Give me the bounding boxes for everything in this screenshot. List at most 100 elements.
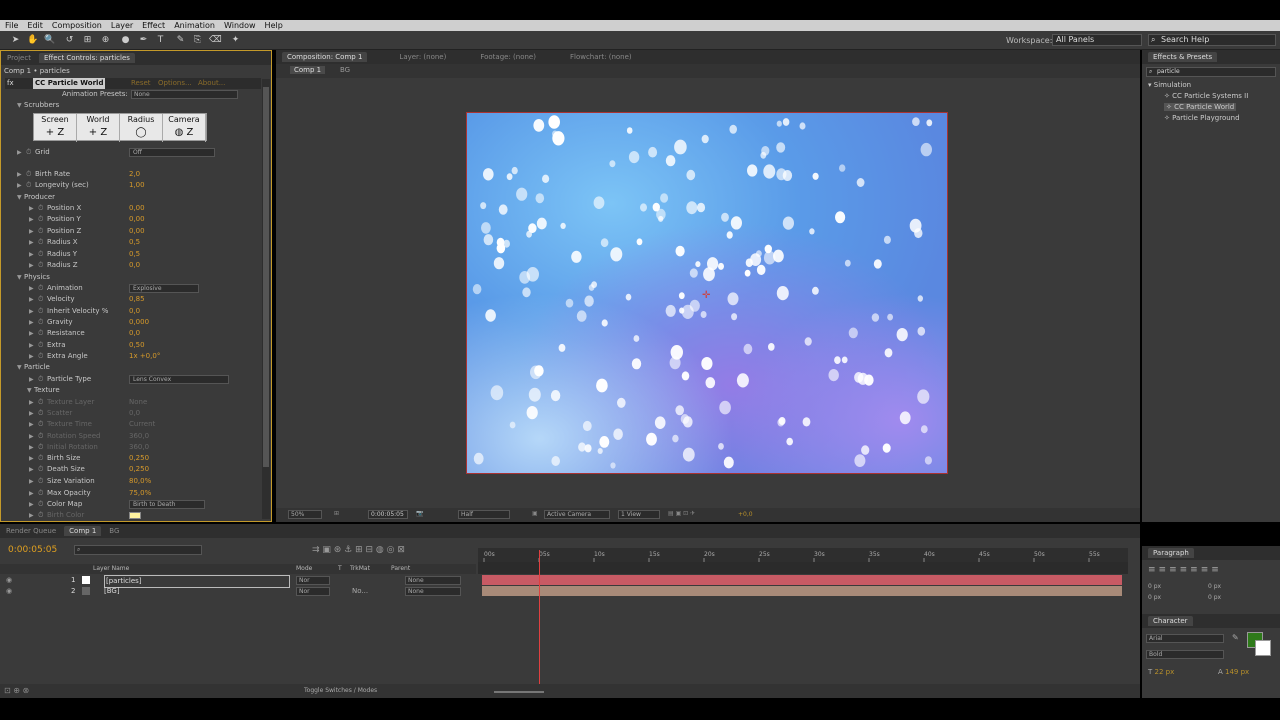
prop-position-y[interactable]: ▶ ⏱ Position Y 0,00 [1,214,261,225]
birth-color-swatch[interactable] [129,512,141,519]
prop-value[interactable]: 0,5 [129,249,140,260]
prop-value[interactable]: 0,0 [129,306,140,317]
prop-longevity-sec[interactable]: ▶ ⏱ Longevity (sec) 1,00 [1,180,261,191]
stopwatch-icon[interactable]: ⏱ [38,249,43,260]
layer-trkmat-select[interactable]: No... [352,586,368,597]
category-simulation[interactable]: ▾ Simulation [1148,81,1191,89]
menu-file[interactable]: File [5,21,18,30]
menu-effect[interactable]: Effect [142,21,165,30]
prop-position-x[interactable]: ▶ ⏱ Position X 0,00 [1,203,261,214]
prop-dropdown[interactable]: Lens Convex [129,375,229,384]
menu-composition[interactable]: Composition [52,21,102,30]
prop-radius-z[interactable]: ▶ ⏱ Radius Z 0,0 [1,260,261,271]
tab-paragraph[interactable]: Paragraph [1148,548,1194,558]
layer-color-swatch[interactable] [82,587,90,595]
time-ruler[interactable]: 00s 05s 10s 15s 20s 25s 30s 35s 40s 45s 50s 55s [478,548,1128,562]
prop-producer[interactable]: ▼ Producer [1,192,261,203]
stopwatch-icon[interactable]: ⏱ [38,499,43,510]
expand-triangle-icon[interactable]: ▶ [29,408,34,419]
camera-select[interactable]: Active Camera [544,510,610,519]
expand-triangle-icon[interactable]: ▶ [29,226,34,237]
prop-value[interactable]: 0,0 [129,408,140,419]
prop-value[interactable]: 360,0 [129,442,149,453]
pen-tool-icon[interactable]: ✒ [138,35,149,46]
scrollbar[interactable] [262,79,270,519]
tab-render-queue[interactable]: Render Queue [6,527,56,535]
options-link[interactable]: Options... [158,78,192,89]
prop-physics[interactable]: ▼ Physics [1,272,261,283]
expand-triangle-icon[interactable]: ▶ [29,203,34,214]
layer-search-input[interactable]: ⌕ [74,545,202,555]
time-display[interactable]: 0:00:05:05 [368,510,408,519]
stopwatch-icon[interactable]: ⏱ [26,180,31,191]
expand-triangle-icon[interactable]: ▶ [29,260,34,271]
expand-triangle-icon[interactable]: ▶ [29,294,34,305]
indent-field[interactable]: 0 px [1208,594,1221,601]
stopwatch-icon[interactable]: ⏱ [26,169,31,180]
expand-triangle-icon[interactable]: ▶ [29,488,34,499]
expand-triangle-icon[interactable]: ▼ [27,385,32,396]
toggle-switches-modes[interactable]: Toggle Switches / Modes [304,687,377,694]
layer-color-swatch[interactable] [82,576,90,584]
eraser-tool-icon[interactable]: ⌫ [209,35,222,46]
prop-texture-time[interactable]: ▶ ⏱ Texture Time Current [1,419,261,430]
effect-item-particle-playground[interactable]: ✧ Particle Playground [1164,114,1240,122]
grid-icon[interactable]: ⊞ [334,510,339,517]
exposure-value[interactable]: +0,0 [738,511,753,518]
prop-value[interactable]: 0,0 [129,328,140,339]
prop-value[interactable]: 75,0% [129,488,151,499]
subtab-comp1[interactable]: Comp 1 [290,66,326,74]
expand-triangle-icon[interactable]: ▶ [29,499,34,510]
stopwatch-icon[interactable]: ⏱ [38,419,43,430]
tab-bg[interactable]: BG [109,527,119,535]
expand-triangle-icon[interactable]: ▶ [29,453,34,464]
menu-help[interactable]: Help [265,21,283,30]
expand-triangle-icon[interactable]: ▶ [29,431,34,442]
expand-triangle-icon[interactable]: ▼ [17,192,22,203]
prop-gravity[interactable]: ▶ ⏱ Gravity 0,000 [1,317,261,328]
prop-position-z[interactable]: ▶ ⏱ Position Z 0,00 [1,226,261,237]
prop-grid[interactable]: ▶ ⏱ Grid Off [1,147,261,158]
stopwatch-icon[interactable]: ⏱ [38,464,43,475]
expand-triangle-icon[interactable]: ▶ [29,306,34,317]
layer-duration-bar[interactable] [482,586,1122,596]
prop-value[interactable]: 0,0 [129,260,140,271]
stopwatch-icon[interactable]: ⏱ [38,237,43,248]
footer-icons[interactable]: ⊡ ⊕ ⊗ [4,686,29,695]
effect-item-cc-particle-world[interactable]: ✧ CC Particle World [1164,103,1237,111]
tab-footage[interactable]: Footage: (none) [480,53,536,61]
prop-initial-rotation[interactable]: ▶ ⏱ Initial Rotation 360,0 [1,442,261,453]
stopwatch-icon[interactable]: ⏱ [38,203,43,214]
eyedropper-icon[interactable]: ✎ [1232,633,1239,642]
stopwatch-icon[interactable]: ⏱ [38,510,43,521]
indent-field[interactable]: 0 px [1148,594,1161,601]
zoom-slider[interactable] [494,691,544,693]
visibility-eye-icon[interactable]: ◉ [6,575,12,586]
prop-value[interactable]: Current [129,419,155,430]
selection-tool-icon[interactable]: ➤ [10,35,21,46]
prop-value[interactable]: 0,5 [129,237,140,248]
prop-value[interactable]: 0,250 [129,453,149,464]
prop-value[interactable]: 0,00 [129,214,145,225]
expand-triangle-icon[interactable]: ▶ [29,283,34,294]
resolution-select[interactable]: Half [458,510,510,519]
views-select[interactable]: 1 View [618,510,660,519]
prop-birth-color[interactable]: ▶ ⏱ Birth Color [1,510,261,521]
workspace-select[interactable]: All Panels [1052,34,1142,46]
expand-triangle-icon[interactable]: ▶ [17,169,22,180]
timeline-switches-icons[interactable]: ⇉ ▣ ⊛ ⚓ ⊞ ⊟ ◍ ◎ ⊠ [312,545,405,555]
scrubber-camera[interactable]: Camera ◍ Z [163,114,206,142]
scrubber-radius[interactable]: Radius ◯ [120,114,163,142]
prop-texture-layer[interactable]: ▶ ⏱ Texture Layer None [1,397,261,408]
expand-triangle-icon[interactable]: ▶ [29,476,34,487]
mask-tool-icon[interactable]: ● [120,35,131,46]
leading-field[interactable]: A 149 px [1218,668,1249,676]
stopwatch-icon[interactable]: ⏱ [38,306,43,317]
stopwatch-icon[interactable]: ⏱ [38,317,43,328]
tab-effect-controls[interactable]: Effect Controls: particles [38,53,135,63]
menu-edit[interactable]: Edit [27,21,43,30]
prop-value[interactable]: 80,0% [129,476,151,487]
prop-inherit-velocity[interactable]: ▶ ⏱ Inherit Velocity % 0,0 [1,306,261,317]
presets-select[interactable]: None [131,90,238,99]
menu-animation[interactable]: Animation [174,21,215,30]
